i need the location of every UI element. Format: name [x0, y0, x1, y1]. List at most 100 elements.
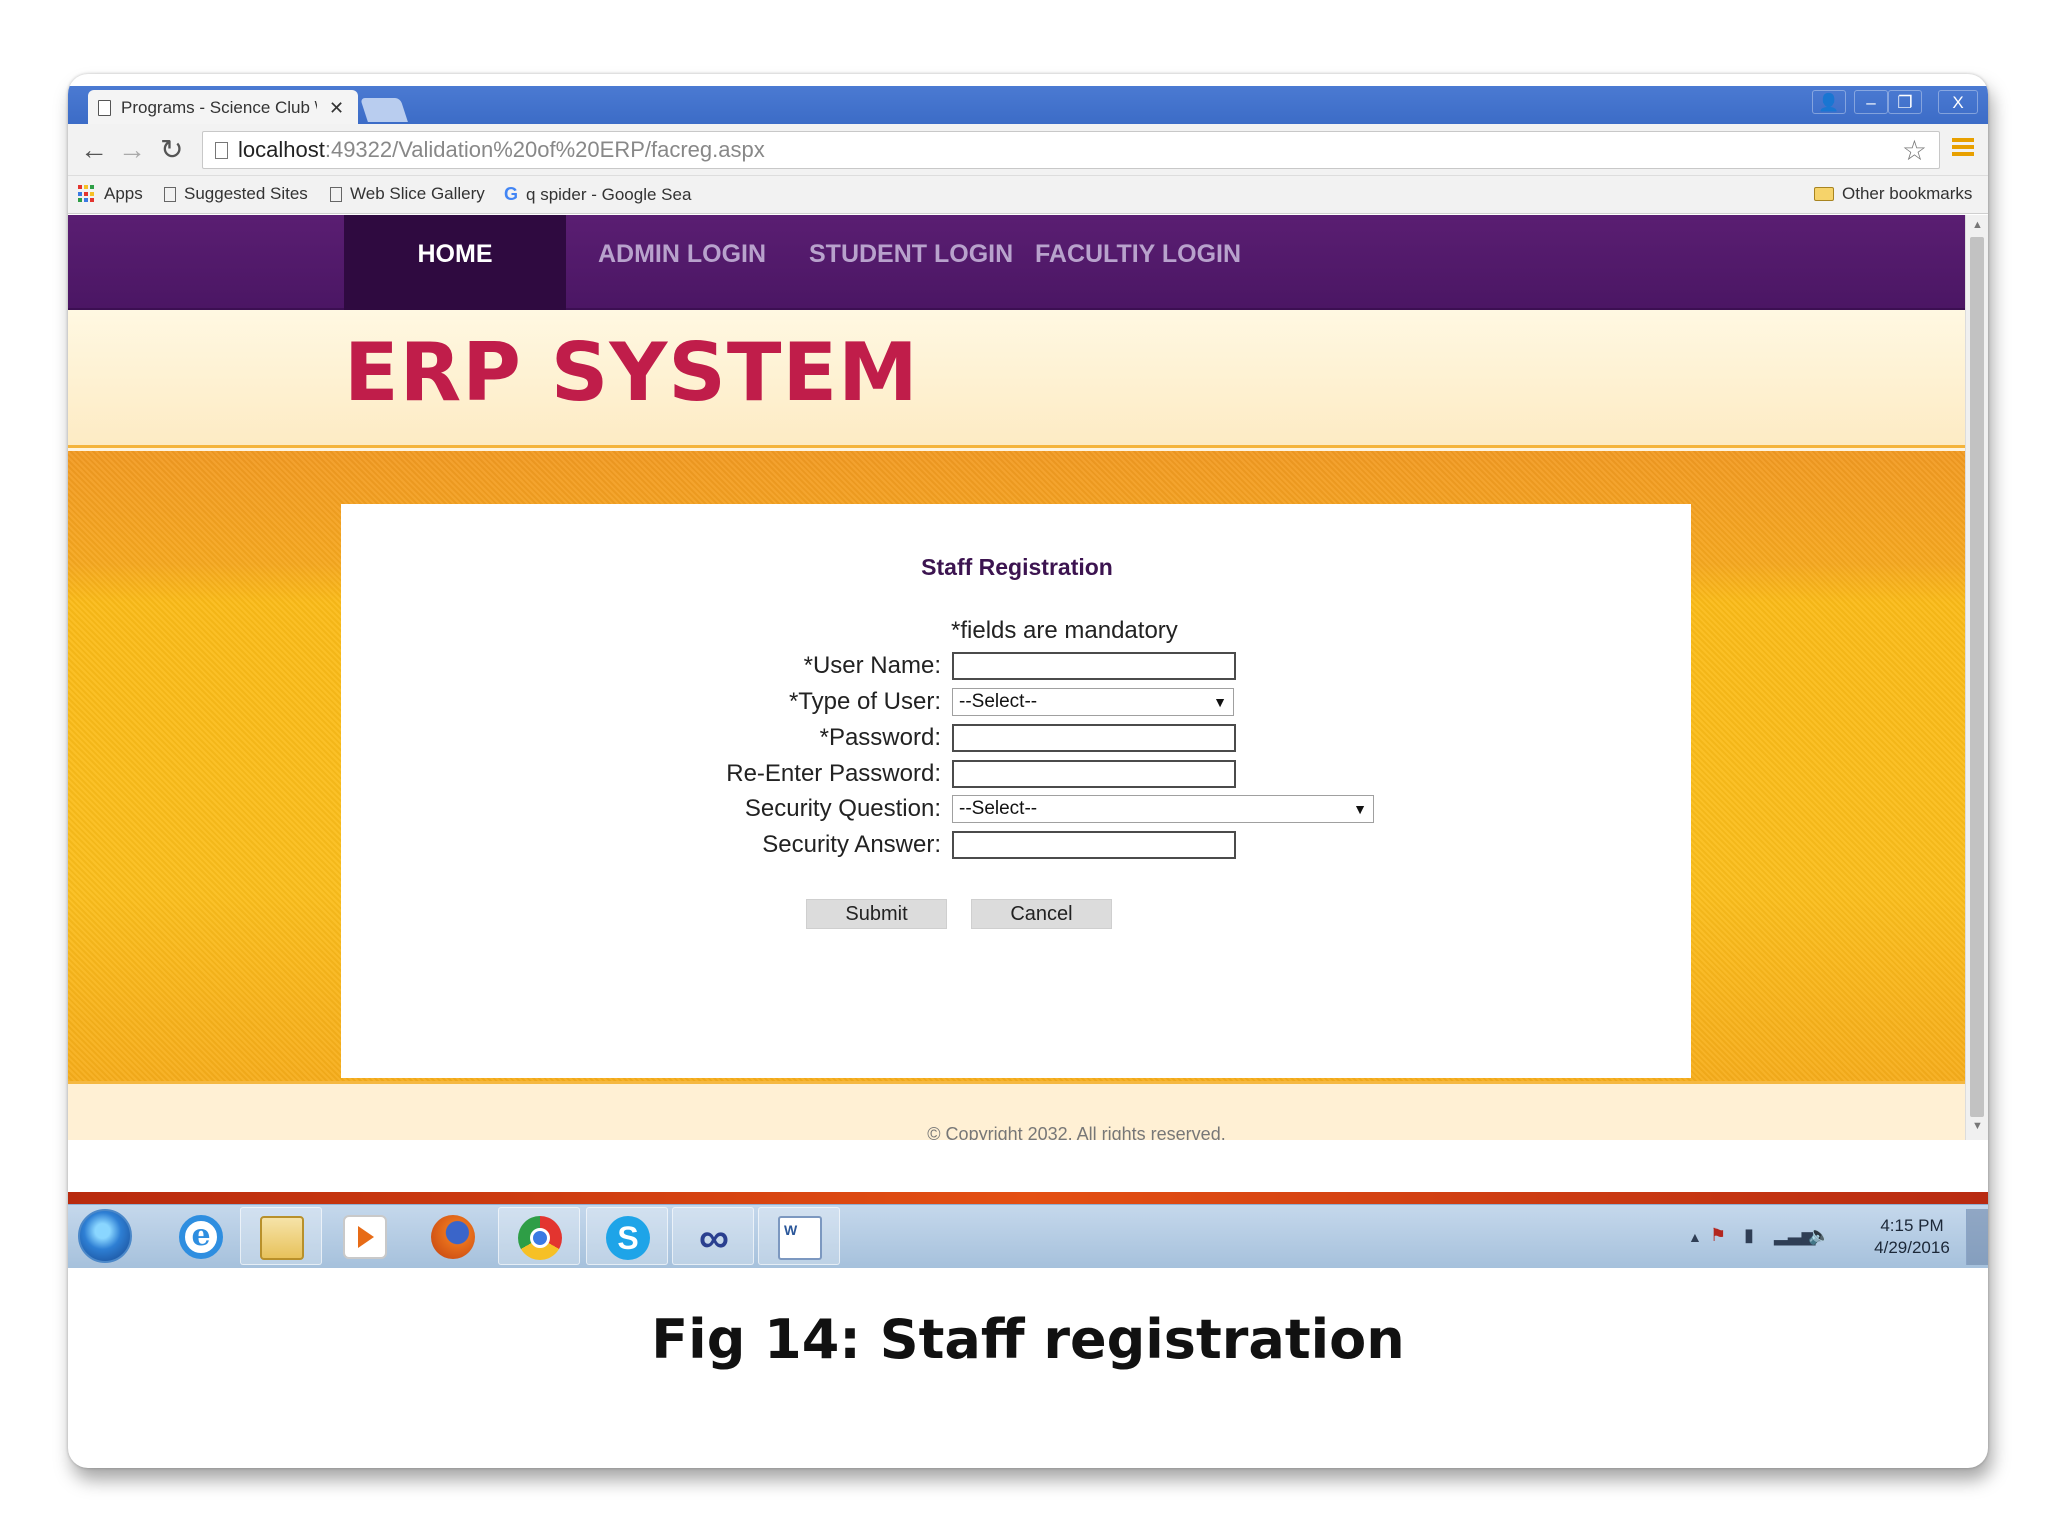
mandatory-note: *fields are mandatory: [951, 617, 1178, 644]
re-enter-password-label: Re-Enter Password:: [726, 760, 941, 787]
new-tab-button[interactable]: [360, 98, 408, 122]
bookmark-label: Web Slice Gallery: [350, 184, 485, 203]
page-icon: [98, 100, 111, 116]
dropdown-arrow-icon: ▼: [1213, 694, 1227, 710]
username-input[interactable]: [952, 652, 1236, 680]
taskbar-firefox[interactable]: [412, 1207, 494, 1265]
back-arrow-icon[interactable]: ←: [80, 132, 108, 168]
system-tray: ▲ ⚑ ▮ ▂▃▅ 🔈: [1688, 1217, 1848, 1257]
tab-title: Programs - Science Club \: [121, 98, 317, 117]
battery-icon[interactable]: ▮: [1744, 1225, 1754, 1246]
browser-tab[interactable]: Programs - Science Club \ ✕: [88, 90, 358, 126]
close-window-button[interactable]: X: [1938, 90, 1978, 114]
security-question-selected: --Select--: [959, 798, 1038, 819]
bookmark-suggested-sites[interactable]: Suggested Sites: [164, 184, 308, 204]
other-bookmarks[interactable]: Other bookmarks: [1814, 184, 1972, 204]
page-scrollbar[interactable]: ▲ ▼: [1965, 215, 1988, 1140]
site-footer: © Copyright 2032. All rights reserved.: [68, 1081, 1965, 1140]
taskbar-clock[interactable]: 4:15 PM 4/29/2016: [1866, 1215, 1958, 1259]
google-icon: G: [504, 184, 519, 204]
taskbar-word[interactable]: W: [758, 1207, 840, 1265]
word-document-icon: W: [778, 1216, 822, 1260]
skype-icon: S: [606, 1216, 650, 1260]
site-title: ERP SYSTEM: [344, 326, 919, 419]
web-page: HOME ADMIN LOGIN STUDENT LOGIN FACULTIY …: [68, 215, 1965, 1140]
site-nav-bar: HOME ADMIN LOGIN STUDENT LOGIN FACULTIY …: [68, 215, 1965, 310]
password-label: *Password:: [819, 724, 941, 751]
dropdown-arrow-icon: ▼: [1353, 801, 1367, 817]
security-question-label: Security Question:: [744, 795, 941, 822]
show-hidden-icons-icon[interactable]: ▲: [1688, 1229, 1702, 1245]
media-player-icon: [343, 1215, 387, 1259]
start-button-icon[interactable]: [78, 1209, 132, 1263]
form-title: Staff Registration: [921, 554, 1113, 580]
minimize-button[interactable]: –: [1854, 90, 1888, 114]
folder-icon: [260, 1216, 304, 1260]
user-profile-icon[interactable]: 👤: [1812, 90, 1846, 114]
volume-icon[interactable]: 🔈: [1808, 1225, 1830, 1246]
user-type-selected: --Select--: [959, 691, 1038, 712]
chrome-menu-icon[interactable]: [1952, 138, 1974, 160]
nav-student-login[interactable]: STUDENT LOGIN: [809, 215, 1013, 293]
tab-close-icon[interactable]: ✕: [329, 98, 344, 119]
taskbar-internet-explorer[interactable]: e: [160, 1207, 242, 1265]
bookmark-label: Suggested Sites: [184, 184, 308, 203]
show-desktop-button[interactable]: [1966, 1209, 1988, 1265]
browser-toolbar: ← → ↻ localhost:49322/Validation%20of%20…: [68, 124, 1988, 176]
clock-date: 4/29/2016: [1874, 1238, 1950, 1257]
user-type-label: *Type of User:: [788, 688, 941, 715]
bookmarks-bar: Apps Suggested Sites Web Slice Gallery G…: [68, 176, 1988, 214]
bookmark-star-icon[interactable]: ☆: [1902, 134, 1927, 167]
submit-button[interactable]: Submit: [806, 899, 947, 929]
infinity-icon: ∞: [699, 1214, 729, 1261]
internet-explorer-icon: e: [179, 1215, 223, 1259]
chrome-icon: [518, 1216, 562, 1260]
security-answer-input[interactable]: [952, 831, 1236, 859]
nav-faculty-login[interactable]: FACULTIY LOGIN: [1035, 215, 1241, 293]
scroll-down-icon[interactable]: ▼: [1972, 1120, 1983, 1132]
bookmark-google-search[interactable]: G q spider - Google Sea: [504, 184, 691, 205]
reload-icon[interactable]: ↻: [160, 132, 183, 168]
page-icon: [330, 186, 342, 202]
nav-home[interactable]: HOME: [344, 215, 566, 310]
copyright-text: © Copyright 2032. All rights reserved.: [927, 1124, 1226, 1140]
page-icon: [164, 186, 176, 202]
windows-taskbar: e S ∞ W ▲ ⚑ ▮ ▂▃▅ 🔈 4:15 PM 4/29/2016: [68, 1204, 1988, 1268]
taskbar-file-explorer[interactable]: [240, 1207, 322, 1265]
bookmark-web-slice-gallery[interactable]: Web Slice Gallery: [330, 184, 485, 204]
bookmark-label: q spider - Google Sea: [526, 184, 692, 204]
url-host: localhost: [238, 137, 325, 162]
taskbar-skype[interactable]: S: [586, 1207, 668, 1265]
figure-caption: Fig 14: Staff registration: [651, 1308, 1405, 1371]
firefox-icon: [431, 1215, 475, 1259]
bookmark-apps[interactable]: Apps: [78, 184, 143, 204]
clock-time: 4:15 PM: [1880, 1216, 1944, 1235]
taskbar-media-player[interactable]: [324, 1207, 406, 1265]
maximize-button[interactable]: ❐: [1888, 90, 1922, 114]
re-enter-password-input[interactable]: [952, 760, 1236, 788]
page-icon: [215, 141, 228, 159]
forward-arrow-icon[interactable]: →: [118, 132, 146, 168]
password-input[interactable]: [952, 724, 1236, 752]
taskbar-chrome[interactable]: [498, 1207, 580, 1265]
bookmark-label: Other bookmarks: [1842, 184, 1973, 203]
folder-icon: [1814, 187, 1834, 201]
browser-title-bar: Programs - Science Club \ ✕ 👤 – ❐ X: [68, 86, 1988, 126]
scroll-up-icon[interactable]: ▲: [1972, 219, 1983, 231]
taskbar-app-infinity[interactable]: ∞: [672, 1207, 754, 1265]
address-bar[interactable]: localhost:49322/Validation%20of%20ERP/fa…: [202, 131, 1940, 169]
staff-registration-form: Staff Registration *fields are mandatory…: [341, 504, 1691, 1078]
site-header: ERP SYSTEM: [68, 310, 1965, 448]
url-path: :49322/Validation%20of%20ERP/facreg.aspx: [324, 137, 765, 162]
security-question-select[interactable]: --Select-- ▼: [952, 795, 1374, 823]
user-type-select[interactable]: --Select-- ▼: [952, 688, 1234, 716]
apps-grid-icon: [78, 185, 96, 203]
nav-admin-login[interactable]: ADMIN LOGIN: [598, 215, 766, 293]
action-center-flag-icon[interactable]: ⚑: [1710, 1225, 1726, 1246]
bookmark-label: Apps: [104, 184, 143, 203]
slide-frame: Programs - Science Club \ ✕ 👤 – ❐ X ← → …: [68, 74, 1988, 1468]
username-label: *User Name:: [803, 652, 941, 679]
security-answer-label: Security Answer:: [762, 831, 941, 858]
cancel-button[interactable]: Cancel: [971, 899, 1112, 929]
scroll-thumb[interactable]: [1970, 237, 1984, 1117]
